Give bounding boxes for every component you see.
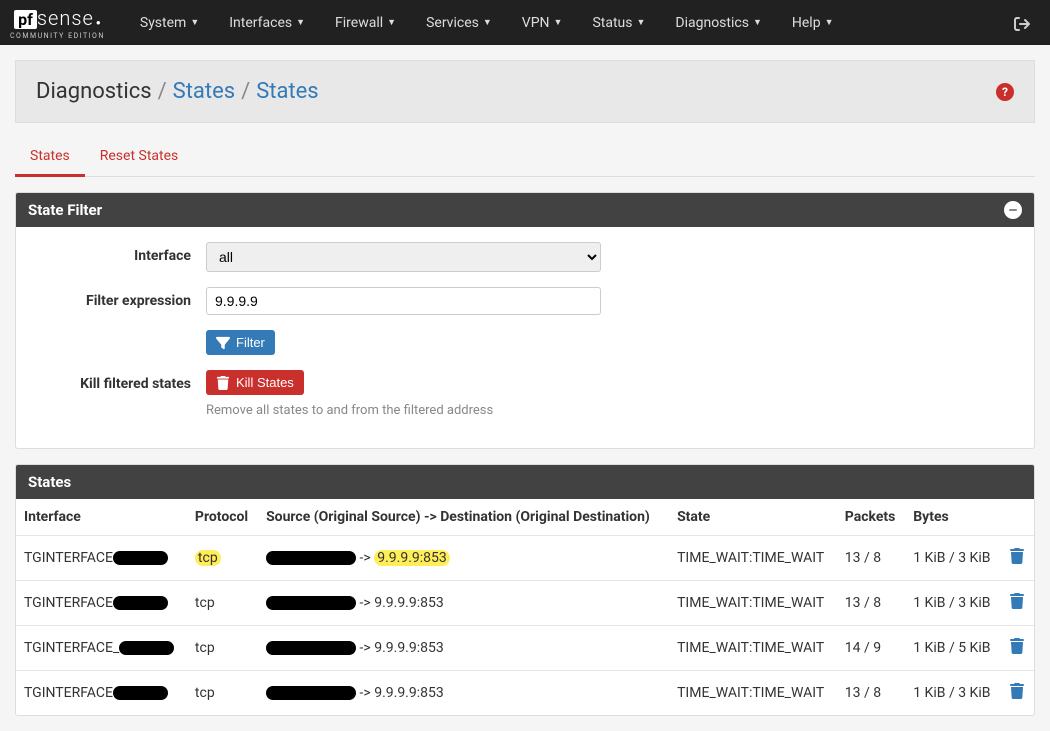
breadcrumb-link-states2[interactable]: States: [256, 79, 318, 104]
kill-help-text: Remove all states to and from the filter…: [206, 403, 1014, 418]
nav-item-firewall[interactable]: Firewall ▼: [320, 15, 411, 31]
interface-select[interactable]: all: [206, 242, 601, 272]
panel-header-filter: State Filter: [16, 193, 1034, 227]
nav-item-vpn[interactable]: VPN ▼: [507, 15, 578, 31]
logo-subtitle: COMMUNITY EDITION: [10, 32, 105, 40]
states-table: Interface Protocol Source (Original Sour…: [16, 499, 1034, 715]
cell-protocol: tcp: [187, 626, 258, 671]
kill-label: Kill filtered states: [36, 370, 206, 392]
filter-expression-label: Filter expression: [36, 287, 206, 309]
panel-header-states: States: [16, 465, 1034, 499]
breadcrumb-current: Diagnostics: [36, 79, 152, 104]
caret-icon: ▼: [825, 17, 834, 28]
states-title: States: [28, 473, 71, 491]
table-row: TGINTERFACEtcp -> 9.9.9.9:853TIME_WAIT:T…: [16, 671, 1034, 716]
caret-icon: ▼: [636, 17, 645, 28]
navbar: pf sense ● COMMUNITY EDITION System ▼Int…: [0, 0, 1050, 45]
trash-icon: [216, 376, 230, 390]
nav-items: System ▼Interfaces ▼Firewall ▼Services ▼…: [125, 15, 1004, 31]
cell-protocol: tcp: [187, 536, 258, 581]
cell-interface: TGINTERFACE: [16, 671, 187, 716]
cell-state: TIME_WAIT:TIME_WAIT: [669, 581, 837, 626]
tab-reset-states[interactable]: Reset States: [85, 138, 194, 176]
cell-srcdst: -> 9.9.9.9:853: [258, 671, 669, 716]
filter-title: State Filter: [28, 201, 102, 219]
cell-actions: [1001, 581, 1034, 626]
table-row: TGINTERFACEtcp -> 9.9.9.9:853TIME_WAIT:T…: [16, 581, 1034, 626]
cell-state: TIME_WAIT:TIME_WAIT: [669, 671, 837, 716]
nav-item-help[interactable]: Help ▼: [777, 15, 849, 31]
th-srcdst: Source (Original Source) -> Destination …: [258, 499, 669, 536]
breadcrumb: Diagnostics / States / States ?: [15, 60, 1035, 123]
cell-protocol: tcp: [187, 671, 258, 716]
cell-interface: TGINTERFACE: [16, 581, 187, 626]
logo-dot: ●: [96, 18, 101, 27]
cell-interface: TGINTERFACE: [16, 536, 187, 581]
nav-item-diagnostics[interactable]: Diagnostics ▼: [660, 15, 776, 31]
nav-item-services[interactable]: Services ▼: [411, 15, 507, 31]
tabs: States Reset States: [15, 138, 1035, 177]
filter-body: Interface all Filter expression: [16, 227, 1034, 448]
filter-expression-input[interactable]: [206, 287, 601, 315]
breadcrumb-link-states[interactable]: States: [173, 79, 235, 104]
cell-bytes: 1 KiB / 5 KiB: [905, 626, 1001, 671]
delete-state-icon[interactable]: [1009, 597, 1025, 613]
states-panel: States Interface Protocol Source (Origin…: [15, 464, 1035, 716]
th-protocol: Protocol: [187, 499, 258, 536]
tab-states[interactable]: States: [15, 138, 85, 177]
th-packets: Packets: [837, 499, 905, 536]
th-interface: Interface: [16, 499, 187, 536]
filter-button[interactable]: Filter: [206, 330, 275, 355]
cell-srcdst: -> 9.9.9.9:853: [258, 536, 669, 581]
cell-actions: [1001, 626, 1034, 671]
states-tbody: TGINTERFACEtcp -> 9.9.9.9:853TIME_WAIT:T…: [16, 536, 1034, 716]
collapse-icon[interactable]: [1004, 201, 1022, 219]
cell-srcdst: -> 9.9.9.9:853: [258, 626, 669, 671]
caret-icon: ▼: [190, 17, 199, 28]
cell-bytes: 1 KiB / 3 KiB: [905, 581, 1001, 626]
kill-states-button[interactable]: Kill States: [206, 370, 304, 395]
state-filter-panel: State Filter Interface all Filter expres…: [15, 192, 1035, 449]
cell-packets: 14 / 9: [837, 626, 905, 671]
logo-pf: pf: [14, 10, 37, 29]
caret-icon: ▼: [387, 17, 396, 28]
cell-state: TIME_WAIT:TIME_WAIT: [669, 536, 837, 581]
caret-icon: ▼: [554, 17, 563, 28]
interface-label: Interface: [36, 242, 206, 264]
th-actions: [1001, 499, 1034, 536]
th-state: State: [669, 499, 837, 536]
th-bytes: Bytes: [905, 499, 1001, 536]
page-content: Diagnostics / States / States ? States R…: [0, 45, 1050, 731]
cell-interface: TGINTERFACE_: [16, 626, 187, 671]
filter-icon: [216, 336, 230, 350]
cell-packets: 13 / 8: [837, 671, 905, 716]
table-row: TGINTERFACEtcp -> 9.9.9.9:853TIME_WAIT:T…: [16, 536, 1034, 581]
caret-icon: ▼: [483, 17, 492, 28]
logo-sense: sense: [37, 6, 94, 30]
delete-state-icon[interactable]: [1009, 642, 1025, 658]
nav-item-system[interactable]: System ▼: [125, 15, 214, 31]
nav-item-status[interactable]: Status ▼: [577, 15, 660, 31]
delete-state-icon[interactable]: [1009, 687, 1025, 703]
caret-icon: ▼: [296, 17, 305, 28]
help-icon[interactable]: ?: [996, 83, 1014, 101]
caret-icon: ▼: [753, 17, 762, 28]
delete-state-icon[interactable]: [1009, 552, 1025, 568]
cell-actions: [1001, 671, 1034, 716]
cell-bytes: 1 KiB / 3 KiB: [905, 536, 1001, 581]
logo[interactable]: pf sense ● COMMUNITY EDITION: [10, 6, 105, 40]
cell-packets: 13 / 8: [837, 581, 905, 626]
cell-protocol: tcp: [187, 581, 258, 626]
table-row: TGINTERFACE_tcp -> 9.9.9.9:853TIME_WAIT:…: [16, 626, 1034, 671]
cell-packets: 13 / 8: [837, 536, 905, 581]
breadcrumb-separator: /: [158, 79, 167, 104]
breadcrumb-separator: /: [241, 79, 250, 104]
cell-actions: [1001, 536, 1034, 581]
logout-icon[interactable]: [1004, 13, 1040, 32]
cell-bytes: 1 KiB / 3 KiB: [905, 671, 1001, 716]
nav-item-interfaces[interactable]: Interfaces ▼: [214, 15, 320, 31]
cell-state: TIME_WAIT:TIME_WAIT: [669, 626, 837, 671]
cell-srcdst: -> 9.9.9.9:853: [258, 581, 669, 626]
